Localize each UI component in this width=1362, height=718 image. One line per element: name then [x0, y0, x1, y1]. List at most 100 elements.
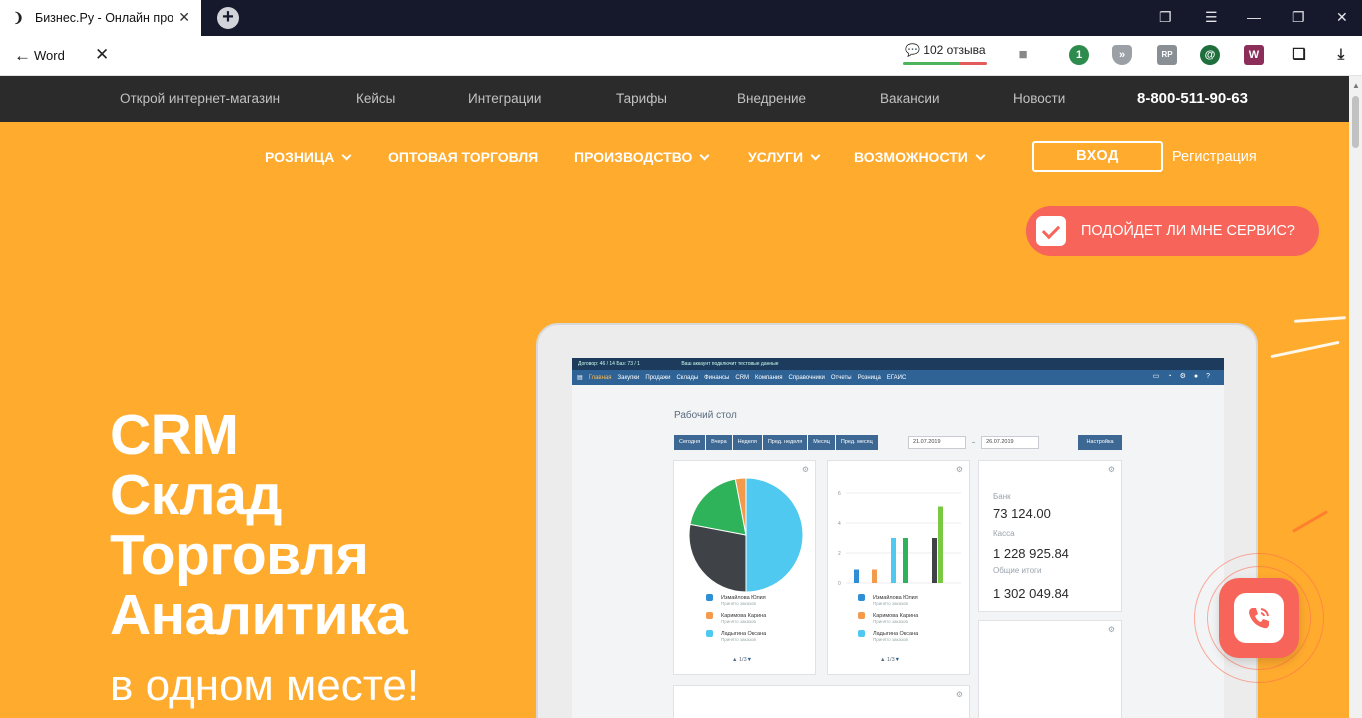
topnav-item-implementation[interactable]: Внедрение [737, 91, 806, 106]
topnav-item-tariffs[interactable]: Тарифы [616, 91, 667, 106]
tabs-manager-icon[interactable]: ❐ [1159, 9, 1172, 25]
login-button[interactable]: ВХОД [1032, 141, 1163, 172]
mainnav-wholesale[interactable]: ОПТОВАЯ ТОРГОВЛЯ [388, 149, 538, 165]
filter-button: Неделя [732, 435, 762, 450]
service-quiz-button[interactable]: ПОДОЙДЕТ ЛИ МНЕ СЕРВИС? [1026, 206, 1319, 256]
legend-item: Каримова Карина Принято заказов [706, 612, 766, 624]
tab-close-icon[interactable]: ✕ [178, 10, 190, 24]
window-close-icon[interactable]: ✕ [1336, 9, 1348, 25]
back-label: Word [34, 48, 65, 63]
bar [872, 569, 877, 583]
pager: ▲ 1/3▼ [732, 657, 753, 663]
gear-icon: ⚙ [1107, 465, 1115, 474]
phone-number[interactable]: 8-800-511-90-63 [1137, 90, 1248, 107]
topnav-item-integrations[interactable]: Интеграции [468, 91, 541, 106]
browser-toolbar: ← Word ✕ 💬 102 отзыва ■ 1 » RP @ W ❏ ⤓ [0, 36, 1362, 76]
pager: ▲ 1/3▼ [880, 657, 901, 663]
site-favicon-icon: ❩ [13, 10, 24, 25]
app-menu-item: Розница [857, 374, 881, 381]
spiral-extension-icon[interactable]: @ [1200, 45, 1220, 65]
app-menu-item: Отчеты [830, 374, 852, 381]
chevron-down-icon [810, 150, 821, 160]
filter-button: Пред. месяц [835, 435, 878, 450]
browser-tab[interactable]: ❩ Бизнес.Ру - Онлайн программа ✕ [0, 0, 201, 36]
bar [891, 538, 896, 583]
rp-extension-icon[interactable]: RP [1157, 45, 1177, 65]
pie-card: ⚙ Измайлова Юлия Принято заказов Каримова… [673, 460, 816, 675]
site-top-nav: Открой интернет-магазин Кейсы Интеграции… [0, 76, 1349, 122]
finance-value: 73 124.00 [993, 506, 1051, 521]
mainnav-features[interactable]: ВОЗМОЖНОСТИ [854, 149, 986, 165]
finance-value: 1 302 049.84 [993, 586, 1069, 601]
bar [932, 538, 937, 583]
reviews-label: 💬 102 отзыва [903, 43, 987, 57]
pager-label: 1/3 [886, 657, 895, 663]
tick-label: 0 [838, 581, 841, 587]
minimize-icon[interactable]: — [1247, 9, 1261, 25]
chevron-down-icon [341, 150, 352, 160]
finance-label: Банк [993, 492, 1011, 501]
page-scrollbar[interactable]: ▲ [1349, 76, 1362, 718]
bar [854, 569, 859, 583]
mainnav-production-label: ПРОИЗВОДСТВО [574, 149, 693, 165]
restore-icon[interactable]: ❐ [1292, 9, 1305, 25]
shield-extension-icon[interactable]: 1 [1069, 45, 1089, 65]
topnav-item-news[interactable]: Новости [1013, 91, 1065, 106]
pocket-extension-icon[interactable]: » [1112, 45, 1132, 65]
bar [938, 506, 943, 583]
empty-card: ⚙ [978, 620, 1122, 718]
legend-dot [706, 612, 713, 619]
legend-sub: Принято заказов [873, 619, 908, 624]
legend-item: Ладыгина Оксана Принято заказов [858, 630, 918, 642]
w-extension-icon[interactable]: W [1244, 45, 1264, 65]
new-tab-button[interactable]: + [217, 7, 239, 29]
topnav-item-shop[interactable]: Открой интернет-магазин [120, 91, 280, 106]
decor-stroke [1270, 340, 1340, 359]
back-button[interactable]: ← Word [14, 47, 65, 64]
quiz-label: ПОДОЙДЕТ ЛИ МНЕ СЕРВИС? [1081, 223, 1295, 239]
finance-label: Касса [993, 529, 1015, 538]
legend-sub: Принято заказов [721, 601, 756, 606]
finance-value: 1 228 925.84 [993, 546, 1069, 561]
mainnav-retail[interactable]: РОЗНИЦА [265, 149, 352, 165]
legend-sub: Принято заказов [873, 601, 908, 606]
legend-dot [858, 612, 865, 619]
mainnav-services[interactable]: УСЛУГИ [748, 149, 821, 165]
legend-sub: Принято заказов [721, 619, 756, 624]
pie-slice [688, 523, 747, 593]
gear-icon: ⚙ [955, 690, 963, 699]
date-to: 26.07.2019 [981, 436, 1040, 449]
mainnav-production[interactable]: ПРОИЗВОДСТВО [574, 149, 710, 165]
tick-label: 2 [838, 551, 841, 557]
app-menu-item: Закупки [617, 374, 640, 381]
filter-button: Сегодня [674, 435, 706, 450]
reviews-rating-bar [903, 62, 987, 65]
date-separator: – [972, 439, 976, 446]
scroll-up-icon[interactable]: ▲ [1352, 81, 1360, 90]
topnav-item-cases[interactable]: Кейсы [356, 91, 395, 106]
register-link[interactable]: Регистрация [1172, 149, 1257, 165]
app-menu-item: Склады [676, 374, 699, 381]
mainnav-wholesale-label: ОПТОВАЯ ТОРГОВЛЯ [388, 149, 539, 165]
reviews-widget[interactable]: 💬 102 отзыва [903, 43, 987, 65]
app-menu-item: Финансы [704, 374, 730, 381]
download-icon[interactable]: ⤓ [1331, 45, 1351, 65]
menu-icon[interactable]: ☰ [1205, 9, 1218, 25]
filter-button: Месяц [808, 435, 835, 450]
app-menu-item: Продажи [645, 374, 671, 381]
close-icon[interactable]: ✕ [95, 46, 109, 64]
desk-title: Рабочий стол [674, 410, 737, 421]
app-screenshot: Договор: 46 / 14 Баз: 73 / 1 Ваш аккаунт… [572, 358, 1224, 718]
tick-label: 4 [838, 521, 841, 527]
browser-tab-bar: ❩ Бизнес.Ру - Онлайн программа ✕ + ❐ ☰ —… [0, 0, 1362, 36]
book-extension-icon[interactable]: ❏ [1289, 45, 1309, 65]
bookmark-icon[interactable]: ■ [1013, 45, 1033, 65]
bar [903, 538, 908, 583]
topnav-item-vacancies[interactable]: Вакансии [880, 91, 940, 106]
app-menu-item: ЕГАИС [886, 374, 907, 381]
callback-button[interactable] [1219, 578, 1299, 658]
period-filters: Сегодня Вчера Неделя Пред. неделя Месяц … [674, 435, 879, 450]
app-menu-item: Компания [755, 374, 783, 381]
scrollbar-thumb[interactable] [1352, 96, 1359, 148]
hero-line-crm: CRM [110, 403, 239, 467]
